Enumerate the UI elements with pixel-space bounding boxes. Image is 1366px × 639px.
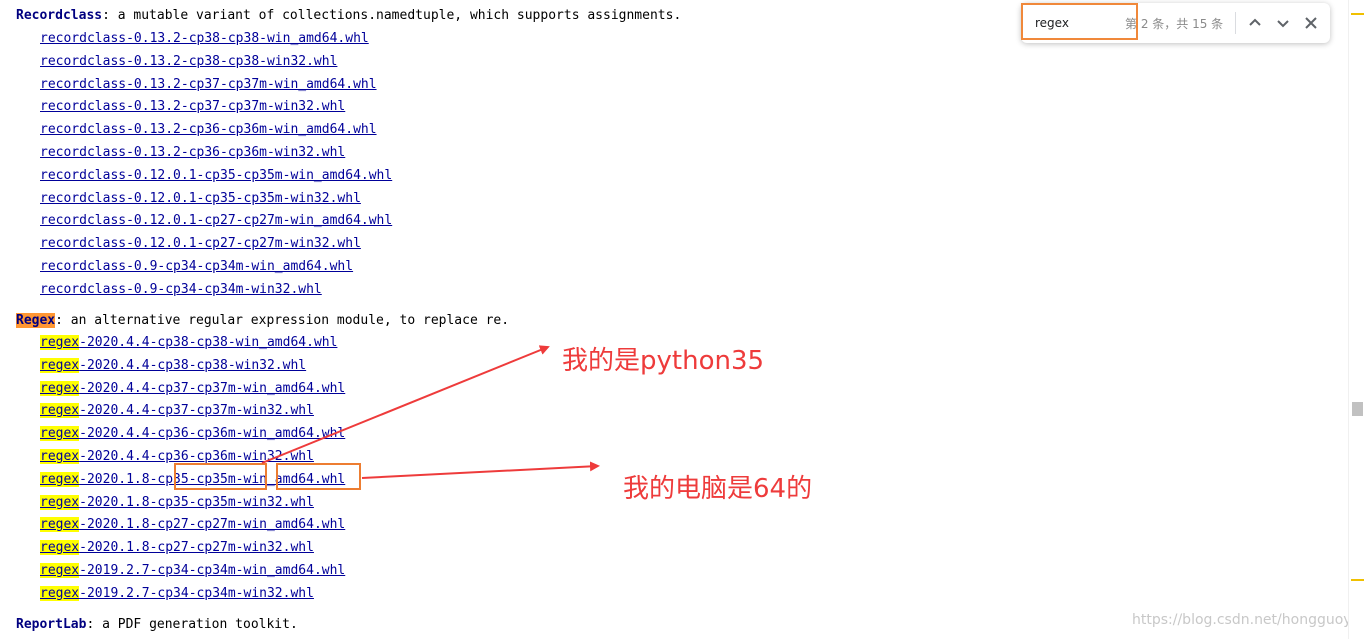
search-match-highlight: regex [40,403,80,419]
chevron-up-icon [1249,18,1261,26]
recordclass-download-link[interactable]: recordclass‑0.12.0.1‑cp27‑cp27m‑win32.wh… [40,236,361,251]
find-bar: 第 2 条，共 15 条 [1021,3,1330,43]
list-item: recordclass‑0.9‑cp34‑cp34m‑win32.whl [40,279,392,302]
cp35-highlight-box [174,463,267,490]
find-input-box[interactable] [1021,3,1138,40]
python-version-callout: 我的是python35 [562,346,765,376]
scroll-thumb[interactable] [1352,402,1363,416]
link-filename-rest: ‑2020.1.8‑cp27‑cp27m‑win_amd64.whl [79,517,346,533]
recordclass-download-link[interactable]: recordclass‑0.13.2‑cp36‑cp36m‑win_amd64.… [40,122,377,137]
find-input[interactable] [1035,15,1125,31]
match-tick [1351,579,1364,581]
search-match-highlight: regex [40,517,80,533]
regex-download-link[interactable]: regex‑2020.4.4‑cp38‑cp38‑win32.whl [40,357,307,373]
list-item: regex‑2020.4.4‑cp38‑cp38‑win32.whl [40,355,345,378]
recordclass-header: Recordclass: a mutable variant of collec… [16,6,681,26]
vertical-scrollbar[interactable] [1348,0,1366,639]
watermark: https://blog.csdn.net/hongguoya [1132,612,1361,628]
regex-download-link[interactable]: regex‑2019.2.7‑cp34‑cp34m‑win32.whl [40,585,314,601]
find-bar-divider [1235,12,1236,34]
link-filename-rest: ‑2019.2.7‑cp34‑cp34m‑win_amd64.whl [79,562,346,578]
list-item: regex‑2020.4.4‑cp38‑cp38‑win_amd64.whl [40,332,345,355]
recordclass-download-link[interactable]: recordclass‑0.13.2‑cp38‑cp38‑win32.whl [40,54,337,69]
search-match-highlight: regex [40,494,80,510]
match-tick [1351,13,1364,15]
search-match-highlight: regex [40,357,80,373]
list-item: regex‑2020.4.4‑cp37‑cp37m‑win_amd64.whl [40,378,345,401]
list-item: recordclass‑0.13.2‑cp37‑cp37m‑win_amd64.… [40,74,392,97]
list-item: regex‑2020.1.8‑cp27‑cp27m‑win_amd64.whl [40,514,345,537]
link-filename-rest: ‑2020.4.4‑cp36‑cp36m‑win32.whl [79,448,314,464]
regex-download-link[interactable]: regex‑2020.4.4‑cp38‑cp38‑win_amd64.whl [40,335,337,350]
list-item: regex‑2020.1.8‑cp27‑cp27m‑win32.whl [40,537,345,560]
find-close-button[interactable] [1299,11,1323,35]
find-match-count: 第 2 条，共 15 条 [1125,17,1224,31]
link-filename-rest: ‑2020.1.8‑cp35‑cp35m‑win32.whl [79,494,314,510]
list-item: recordclass‑0.12.0.1‑cp35‑cp35m‑win_amd6… [40,165,392,188]
search-match-highlight: regex [40,471,80,487]
regex-download-link[interactable]: regex‑2020.4.4‑cp37‑cp37m‑win_amd64.whl [40,380,346,396]
regex-download-link[interactable]: regex‑2020.4.4‑cp36‑cp36m‑win32.whl [40,448,314,464]
list-item: recordclass‑0.12.0.1‑cp35‑cp35m‑win32.wh… [40,188,392,211]
list-item: regex‑2019.2.7‑cp34‑cp34m‑win_amd64.whl [40,560,345,583]
link-filename-rest: ‑2020.1.8‑cp27‑cp27m‑win32.whl [79,540,314,556]
link-filename-rest: ‑2020.4.4‑cp37‑cp37m‑win32.whl [79,403,314,419]
recordclass-title: Recordclass [16,8,103,23]
link-filename-rest: ‑2020.4.4‑cp38‑cp38‑win32.whl [79,357,307,373]
list-item: recordclass‑0.13.2‑cp38‑cp38‑win32.whl [40,51,392,74]
link-filename-rest: ‑2020.4.4‑cp36‑cp36m‑win_amd64.whl [79,426,346,442]
list-item: recordclass‑0.13.2‑cp37‑cp37m‑win32.whl [40,96,392,119]
search-match-highlight: regex [40,380,80,396]
reportlab-title: ReportLab [16,617,87,632]
list-item: recordclass‑0.13.2‑cp38‑cp38‑win_amd64.w… [40,28,392,51]
recordclass-download-link[interactable]: recordclass‑0.12.0.1‑cp27‑cp27m‑win_amd6… [40,213,392,228]
search-match-highlight: regex [40,540,80,556]
list-item: recordclass‑0.13.2‑cp36‑cp36m‑win_amd64.… [40,119,392,142]
regex-header: Regex: an alternative regular expression… [16,311,509,331]
link-filename-rest: ‑2019.2.7‑cp34‑cp34m‑win32.whl [79,585,314,601]
regex-download-link[interactable]: regex‑2020.1.8‑cp35‑cp35m‑win32.whl [40,494,314,510]
list-item: recordclass‑0.12.0.1‑cp27‑cp27m‑win_amd6… [40,210,392,233]
search-match-highlight: regex [40,335,80,350]
regex-download-link[interactable]: regex‑2020.4.4‑cp36‑cp36m‑win_amd64.whl [40,426,346,442]
regex-description: : an alternative regular expression modu… [55,313,510,328]
list-item: regex‑2019.2.7‑cp34‑cp34m‑win32.whl [40,583,345,606]
regex-download-link[interactable]: regex‑2019.2.7‑cp34‑cp34m‑win_amd64.whl [40,562,346,578]
search-match-highlight: regex [40,585,80,601]
recordclass-download-link[interactable]: recordclass‑0.13.2‑cp38‑cp38‑win_amd64.w… [40,31,369,46]
search-match-highlight: regex [40,426,80,442]
regex-download-link[interactable]: regex‑2020.4.4‑cp37‑cp37m‑win32.whl [40,403,314,419]
recordclass-download-link[interactable]: recordclass‑0.9‑cp34‑cp34m‑win_amd64.whl [40,259,353,274]
arrow-to-arch-note [361,461,600,479]
recordclass-download-link[interactable]: recordclass‑0.12.0.1‑cp35‑cp35m‑win_amd6… [40,168,392,183]
win-amd64-highlight-box [276,463,361,490]
arch-callout: 我的电脑是64的 [623,474,813,504]
list-item: recordclass‑0.13.2‑cp36‑cp36m‑win32.whl [40,142,392,165]
recordclass-download-link[interactable]: recordclass‑0.9‑cp34‑cp34m‑win32.whl [40,282,322,297]
regex-download-link[interactable]: regex‑2020.1.8‑cp27‑cp27m‑win_amd64.whl [40,517,346,533]
list-item: regex‑2020.1.8‑cp35‑cp35m‑win32.whl [40,492,345,515]
search-match-highlight: regex [40,448,80,464]
recordclass-download-link[interactable]: recordclass‑0.13.2‑cp37‑cp37m‑win32.whl [40,99,345,114]
link-filename-rest: ‑2020.4.4‑cp38‑cp38‑win_amd64.whl [79,335,338,350]
regex-title: Regex [16,313,56,328]
recordclass-download-link[interactable]: recordclass‑0.13.2‑cp36‑cp36m‑win32.whl [40,145,345,160]
close-icon [1305,17,1317,29]
search-match-highlight: regex [40,562,80,578]
recordclass-download-link[interactable]: recordclass‑0.13.2‑cp37‑cp37m‑win_amd64.… [40,77,377,92]
find-previous-button[interactable] [1243,11,1267,35]
list-item: recordclass‑0.9‑cp34‑cp34m‑win_amd64.whl [40,256,392,279]
recordclass-file-list: recordclass‑0.13.2‑cp38‑cp38‑win_amd64.w… [40,28,392,302]
regex-download-link[interactable]: regex‑2020.1.8‑cp27‑cp27m‑win32.whl [40,540,314,556]
recordclass-description: : a mutable variant of collections.named… [102,8,682,23]
recordclass-download-link[interactable]: recordclass‑0.12.0.1‑cp35‑cp35m‑win32.wh… [40,191,361,206]
reportlab-description: : a PDF generation toolkit. [86,617,298,632]
list-item: regex‑2020.4.4‑cp36‑cp36m‑win_amd64.whl [40,423,345,446]
reportlab-header: ReportLab: a PDF generation toolkit. [16,615,298,635]
list-item: regex‑2020.4.4‑cp37‑cp37m‑win32.whl [40,400,345,423]
link-filename-rest: ‑2020.4.4‑cp37‑cp37m‑win_amd64.whl [79,380,346,396]
find-next-button[interactable] [1271,11,1295,35]
list-item: recordclass‑0.12.0.1‑cp27‑cp27m‑win32.wh… [40,233,392,256]
chevron-down-icon [1277,20,1289,28]
